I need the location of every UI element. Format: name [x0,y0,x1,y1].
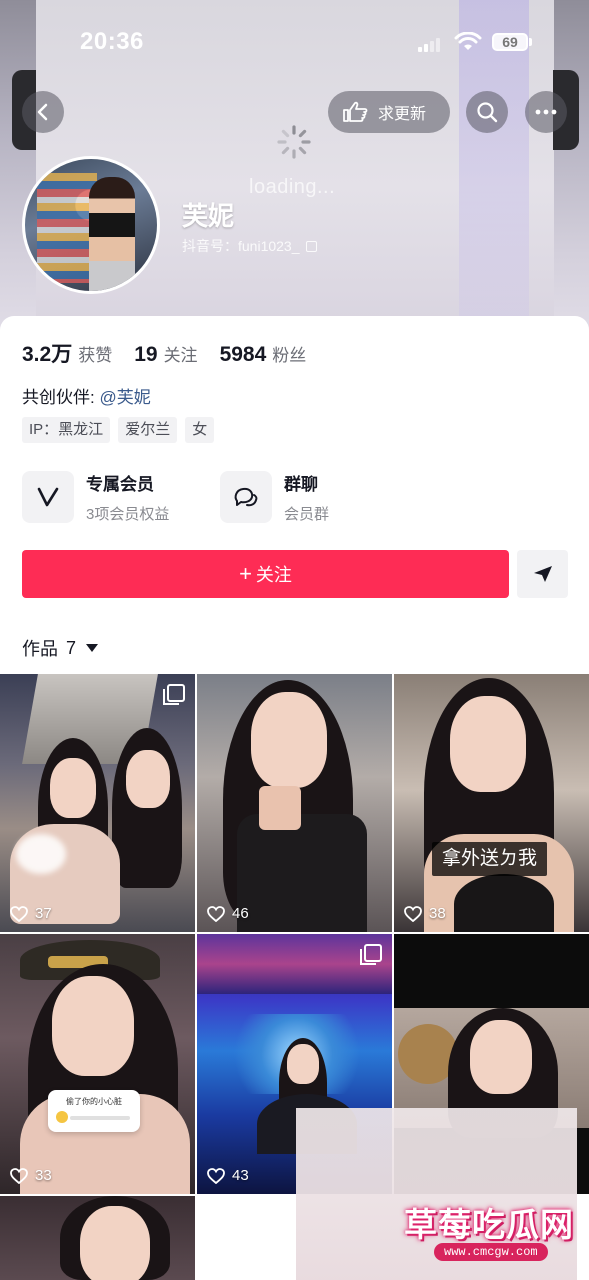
request-update-label: 求更新 [378,106,427,123]
follow-label: 关注 [255,565,292,585]
watermark-url: www.cmcgw.com [434,1243,548,1261]
video-tile[interactable]: 37 [0,674,195,932]
back-button[interactable] [22,91,64,133]
heart-icon [10,1167,28,1184]
sticker-bubble: 偷了你的小心脏 [48,1090,140,1132]
tag-gender: 女 [185,417,215,443]
avatar[interactable] [22,156,160,294]
status-time: 20:36 [80,28,144,55]
group-chat-subtitle: 会员群 [284,506,330,523]
membership-title: 专属会员 [86,475,154,494]
stat-following-label: 关注 [163,346,198,365]
stat-followers-label: 粉丝 [272,346,307,365]
stat-likes-value: 3.2万 [22,343,73,366]
like-count: 37 [35,905,52,922]
exclusive-membership-entry[interactable]: 专属会员 3项会员权益 [22,470,169,524]
group-chat-entry[interactable]: 群聊 会员群 [220,470,329,524]
stat-likes[interactable]: 3.2万 获赞 [22,338,112,368]
stat-followers[interactable]: 5984 粉丝 [220,341,307,367]
membership-subtitle: 3项会员权益 [86,506,170,523]
vip-v-icon [37,487,59,507]
group-chat-icon [234,487,258,507]
battery-level: 69 [502,34,518,50]
heart-icon [10,905,28,922]
douyin-id-text: 抖音号：funi1023_ [182,238,300,254]
co-creator-label: 共创伙伴: [22,388,95,407]
works-count: 7 [66,637,77,658]
wifi-icon [454,32,482,50]
video-caption: 拿外送ㄉ我 [432,842,548,876]
loading-spinner-icon [277,125,311,159]
group-chat-title: 群聊 [284,475,318,494]
heart-icon [207,1167,225,1184]
copy-icon[interactable] [305,240,317,252]
cellular-signal-icon [418,36,444,52]
tag-country: 爱尔兰 [118,417,178,443]
caret-down-icon [86,644,99,652]
like-count: 33 [35,1167,52,1184]
stat-following-value: 19 [134,343,158,366]
multi-photo-icon [360,944,382,965]
status-bar: 20:36 69 [0,28,589,58]
video-tile[interactable]: 33 [0,934,195,1194]
watermark-logo-text: 草莓吃瓜网 [404,1205,574,1244]
heart-icon [207,905,225,922]
emoji-icon [56,1111,68,1123]
pointing-hand-icon [343,101,368,122]
works-label: 作品 [22,639,58,659]
tag-ip-location: IP：黑龙江 [22,417,111,443]
request-update-button[interactable]: 求更新 [328,91,450,133]
heart-icon [404,905,422,922]
search-button[interactable] [466,91,508,133]
like-count: 38 [429,905,446,922]
more-dots-icon [535,109,557,115]
co-creator-link[interactable]: @芙妮 [99,388,150,407]
sticker-text: 偷了你的小心脏 [66,1097,122,1106]
works-tab[interactable]: 作品 7 [22,635,99,661]
stat-likes-label: 获赞 [78,346,113,365]
like-count: 43 [232,1167,249,1184]
video-tile[interactable]: 38 [394,674,589,932]
share-button[interactable] [517,550,568,598]
profile-stats: 3.2万 获赞 19 关注 5984 粉丝 [22,338,328,368]
more-options-button[interactable] [525,91,567,133]
profile-tags: IP：黑龙江 爱尔兰 女 [22,417,222,443]
video-tile[interactable] [0,1196,195,1280]
chevron-left-icon [37,103,48,121]
like-count: 46 [232,905,249,922]
send-arrow-icon [533,566,552,582]
stat-followers-value: 5984 [219,343,267,366]
co-creator-line: 共创伙伴: @芙妮 [22,383,151,408]
video-tile[interactable]: 46 [197,674,392,932]
search-icon [477,102,498,123]
stat-following[interactable]: 19 关注 [134,341,197,367]
multi-photo-icon [163,684,185,705]
profile-name: 芙妮 [182,201,235,231]
battery-icon: 69 [492,33,528,51]
plus-icon: + [239,561,252,586]
douyin-id[interactable]: 抖音号：funi1023_ [182,236,317,256]
follow-button[interactable]: + 关注 [22,550,509,598]
loading-text: loading... [249,176,336,198]
